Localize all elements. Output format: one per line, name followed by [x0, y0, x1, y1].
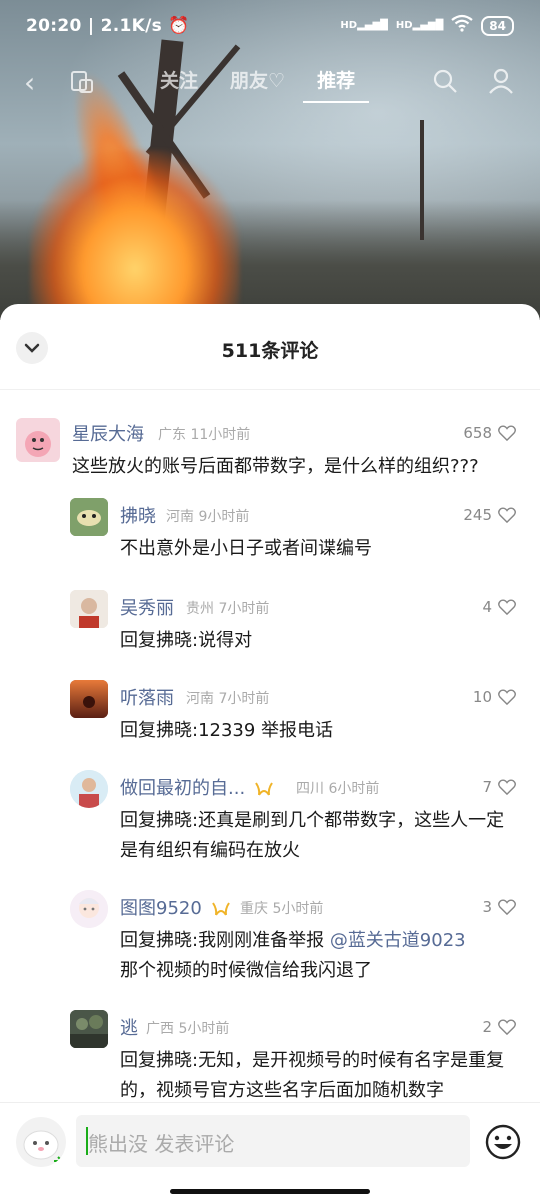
like-count: 2 [482, 1018, 492, 1036]
heart-icon [498, 1019, 516, 1035]
like-count: 4 [482, 598, 492, 616]
like-button[interactable]: 10 [473, 688, 516, 706]
network-speed: 2.1K/s [100, 16, 162, 36]
mini-window-icon[interactable] [70, 70, 94, 94]
search-icon[interactable] [432, 68, 458, 94]
commenter-name[interactable]: 做回最初的自... [120, 774, 273, 800]
like-button[interactable]: 245 [463, 506, 516, 524]
heart-icon: ♡ [268, 70, 286, 92]
comment-text: 回复拂晓:无知，是开视频号的时候有名字是重复的，视频号官方这些名字后面加随机数字 [120, 1050, 505, 1101]
like-button[interactable]: 4 [482, 598, 516, 616]
comment-meta: 广西 5小时前 [146, 1021, 230, 1037]
avatar[interactable] [70, 590, 108, 628]
like-button[interactable]: 658 [463, 424, 516, 442]
comment-text: 回复拂晓:12339 举报电话 [120, 720, 334, 741]
like-button[interactable]: 3 [482, 898, 516, 916]
comment-item[interactable]: 星辰大海 广东 11小时前 658 这些放火的账号后面都带数字，是什么样的组织?… [0, 408, 540, 488]
nav-tabs: 关注 朋友♡ 推荐 [160, 66, 370, 103]
tree-branch [420, 120, 424, 240]
top-nav: ‹ 关注 朋友♡ 推荐 [0, 60, 540, 104]
comment-text: 回复拂晓:说得对 [120, 630, 253, 651]
my-avatar[interactable] [16, 1117, 66, 1167]
commenter-name[interactable]: 逃 [120, 1014, 138, 1040]
emoji-icon[interactable] [484, 1123, 522, 1161]
comment-meta: 河南 7小时前 [186, 691, 270, 707]
alarm-icon: ⏰ [168, 16, 190, 36]
heart-icon [498, 599, 516, 615]
commenter-name[interactable]: 吴秀丽 [120, 594, 174, 620]
tab-recommend[interactable]: 推荐 [303, 66, 370, 103]
avatar[interactable] [70, 498, 108, 536]
heart-icon [498, 689, 516, 705]
heart-icon [498, 779, 516, 795]
vip-badge-icon [255, 782, 273, 796]
status-bar: 20:20 | 2.1K/s ⏰ HD▂▄▆█ HD▂▄▆█ 84 [0, 0, 540, 52]
reply-item[interactable]: 拂晓 河南 9小时前 245 不出意外是小日子或者间谍编号 [0, 494, 540, 574]
commenter-name[interactable]: 图图9520 [120, 894, 230, 920]
like-count: 658 [463, 424, 492, 442]
comment-text: 不出意外是小日子或者间谍编号 [120, 538, 372, 559]
comments-header: 511条评论 [0, 304, 540, 390]
back-icon[interactable]: ‹ [24, 66, 35, 99]
reply-item[interactable]: 吴秀丽 贵州 7小时前 4 回复拂晓:说得对 [0, 586, 540, 656]
avatar[interactable] [70, 1010, 108, 1048]
comment-text: 回复拂晓:我刚刚准备举报 @蓝关古道9023 那个视频的时候微信给我闪退了 [120, 930, 466, 981]
heart-icon [498, 507, 516, 523]
like-count: 3 [482, 898, 492, 916]
vip-badge-icon [211, 902, 230, 916]
avatar[interactable] [16, 418, 60, 462]
heart-icon [498, 899, 516, 915]
heart-icon [498, 425, 516, 441]
comment-meta: 广东 11小时前 [158, 427, 251, 443]
tab-follow[interactable]: 关注 [160, 66, 198, 93]
comment-input[interactable]: 熊出没 发表评论 [76, 1115, 470, 1167]
signal-icon: HD▂▄▆█ [395, 20, 444, 31]
clock: 20:20 [26, 16, 82, 36]
commenter-name[interactable]: 听落雨 [120, 684, 174, 710]
commenter-name[interactable]: 拂晓 [120, 502, 156, 528]
status-icons: HD▂▄▆█ HD▂▄▆█ 84 [340, 14, 514, 37]
comments-sheet: 511条评论 星辰大海 广东 11小时前 658 这些放火的账号后面都带数字，是… [0, 304, 540, 1200]
tab-friends[interactable]: 朋友♡ [230, 66, 285, 93]
like-button[interactable]: 7 [482, 778, 516, 796]
comment-meta: 河南 9小时前 [166, 509, 250, 525]
separator: | [87, 16, 101, 36]
comment-text: 这些放火的账号后面都带数字，是什么样的组织??? [72, 456, 479, 477]
fire-flame [30, 150, 240, 320]
battery-icon: 84 [481, 15, 514, 36]
comment-input-bar: 熊出没 发表评论 [0, 1102, 540, 1200]
home-indicator [170, 1189, 370, 1194]
reply-item[interactable]: 听落雨 河南 7小时前 10 回复拂晓:12339 举报电话 [0, 676, 540, 746]
reply-item[interactable]: 逃 广西 5小时前 2 回复拂晓:无知，是开视频号的时候有名字是重复的，视频号官… [0, 1006, 540, 1106]
like-count: 10 [472, 688, 492, 706]
text-cursor [86, 1127, 88, 1155]
wifi-icon [451, 14, 473, 37]
like-button[interactable]: 2 [482, 1018, 516, 1036]
comment-meta: 四川 6小时前 [296, 781, 380, 797]
comments-count-title: 511条评论 [221, 340, 319, 362]
reply-item[interactable]: 做回最初的自... 四川 6小时前 7 回复拂晓:还真是刷到几个都带数字，这些人… [0, 766, 540, 866]
user-icon[interactable] [488, 68, 514, 94]
commenter-name[interactable]: 星辰大海 [72, 420, 144, 446]
signal-icon: HD▂▄▆█ [340, 20, 388, 31]
like-count: 245 [463, 506, 492, 524]
reply-item[interactable]: 图图9520 重庆 5小时前 3 回复拂晓:我刚刚准备举报 @蓝关古道9023 … [0, 886, 540, 986]
status-time: 20:20 | 2.1K/s ⏰ [26, 16, 190, 36]
like-count: 7 [482, 778, 492, 796]
comment-text: 回复拂晓:还真是刷到几个都带数字，这些人一定是有组织有编码在放火 [120, 810, 505, 861]
avatar[interactable] [70, 770, 108, 808]
avatar[interactable] [70, 680, 108, 718]
comment-meta: 贵州 7小时前 [186, 601, 270, 617]
comment-meta: 重庆 5小时前 [240, 901, 324, 917]
mention-link[interactable]: @蓝关古道9023 [330, 930, 466, 951]
avatar[interactable] [70, 890, 108, 928]
